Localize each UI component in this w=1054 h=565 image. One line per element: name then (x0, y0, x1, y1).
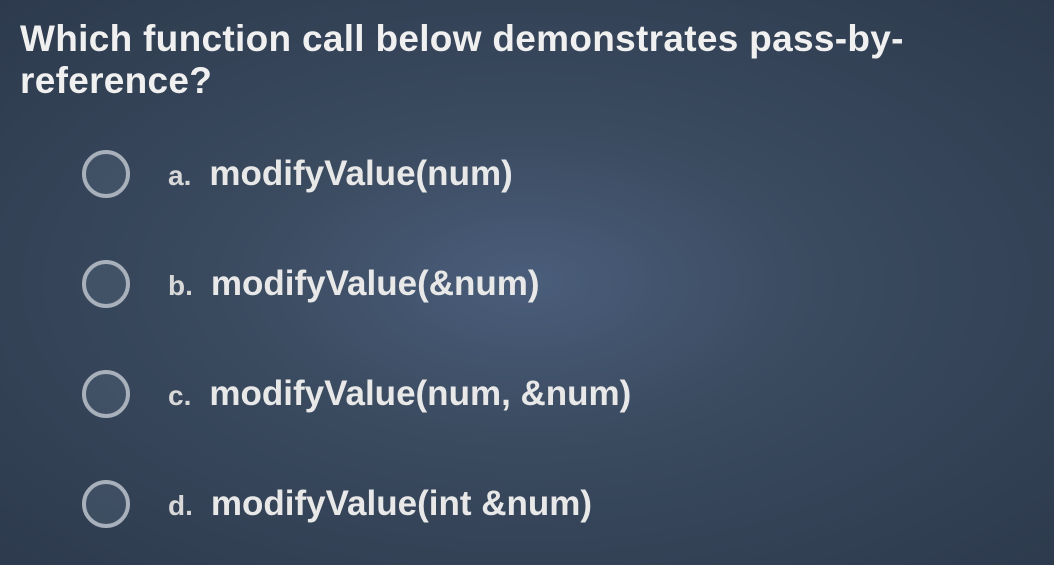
question-text: Which function call below demonstrates p… (20, 18, 1034, 102)
option-a[interactable]: a. modifyValue(num) (82, 150, 1034, 198)
option-label: b. modifyValue(&num) (168, 264, 540, 304)
option-letter: c. (168, 380, 191, 412)
option-label: a. modifyValue(num) (168, 154, 513, 194)
option-letter: d. (168, 490, 193, 522)
option-label: c. modifyValue(num, &num) (168, 374, 631, 414)
option-letter: b. (168, 270, 193, 302)
radio-icon[interactable] (82, 480, 130, 528)
options-container: a. modifyValue(num) b. modifyValue(&num)… (20, 150, 1034, 528)
radio-icon[interactable] (82, 260, 130, 308)
option-letter: a. (168, 160, 191, 192)
option-c[interactable]: c. modifyValue(num, &num) (82, 370, 1034, 418)
radio-icon[interactable] (82, 150, 130, 198)
option-text: modifyValue(int &num) (211, 484, 592, 524)
option-d[interactable]: d. modifyValue(int &num) (82, 480, 1034, 528)
option-text: modifyValue(num, &num) (209, 374, 631, 414)
option-text: modifyValue(num) (209, 154, 512, 194)
option-label: d. modifyValue(int &num) (168, 484, 592, 524)
option-b[interactable]: b. modifyValue(&num) (82, 260, 1034, 308)
option-text: modifyValue(&num) (211, 264, 540, 304)
radio-icon[interactable] (82, 370, 130, 418)
